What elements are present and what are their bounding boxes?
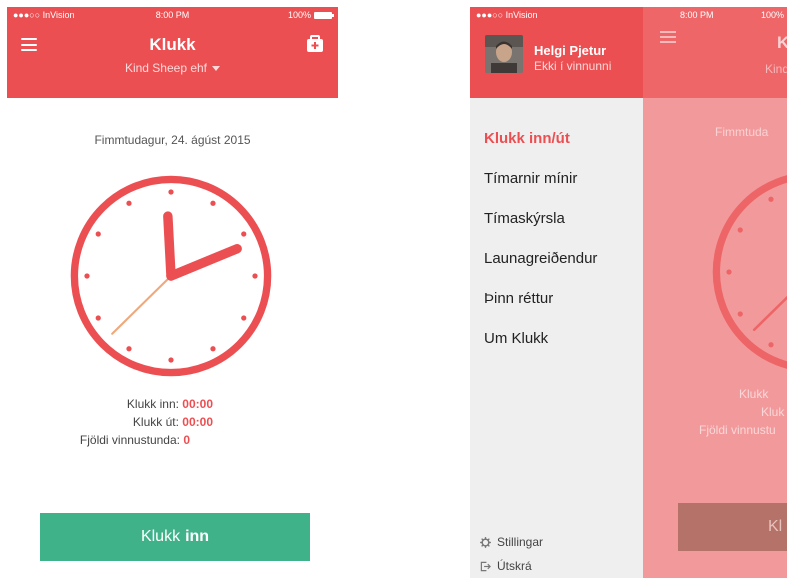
avatar-photo xyxy=(485,35,523,73)
side-drawer: Klukk inn/út Tímarnir mínir Tímaskýrsla … xyxy=(470,98,643,578)
clock-face-peek xyxy=(712,175,787,369)
page-title-peek: K xyxy=(777,33,787,52)
clock-out-value: 00:00 xyxy=(182,415,213,429)
menu-screen: Helgi Pjetur Ekki í vinnunni ●●●○○ InVis… xyxy=(470,7,787,578)
menu-item-employers[interactable]: Launagreiðendur xyxy=(484,250,597,267)
battery-percent: 100% xyxy=(760,10,784,20)
logout-label: Útskrá xyxy=(497,559,532,573)
battery-indicator: 100% xyxy=(287,10,334,20)
menu-item-your-rights[interactable]: Þinn réttur xyxy=(484,290,553,307)
company-selector[interactable]: Kind Sheep ehf xyxy=(7,61,338,75)
clock-in-row: Klukk inn: 00:00 xyxy=(127,397,213,411)
clock-out-row: Klukk út: 00:00 xyxy=(133,415,213,429)
company-name: Kind Sheep ehf xyxy=(124,61,208,75)
sessions-peek: Fjöldi vinnustu xyxy=(699,423,776,437)
sessions-value: 0 xyxy=(183,433,190,447)
settings-label: Stillingar xyxy=(497,535,544,549)
date-peek: Fimmtuda xyxy=(715,125,769,139)
clock-in-button[interactable]: Klukk inn xyxy=(40,513,310,561)
sessions-row: Fjöldi vinnustunda: 0 xyxy=(80,433,190,447)
caret-down-icon xyxy=(212,66,221,72)
clock-in-button-peek: Kl xyxy=(678,503,787,551)
gear-icon xyxy=(480,536,491,548)
menu-item-clock-in-out[interactable]: Klukk inn/út xyxy=(484,130,570,147)
sessions-label: Fjöldi vinnustunda: xyxy=(79,433,180,447)
battery-percent: 100% xyxy=(287,10,311,20)
status-bar: ●●●○○ InVision 8:00 PM 100% xyxy=(470,7,787,23)
logout-link[interactable]: Útskrá xyxy=(480,559,532,573)
hamburger-icon[interactable] xyxy=(660,31,676,43)
avatar[interactable] xyxy=(485,35,523,73)
logout-icon xyxy=(480,561,491,571)
user-status: Ekki í vinnunni xyxy=(534,59,612,73)
battery-indicator: 100% xyxy=(761,10,787,20)
clock-in-peek: Klukk xyxy=(739,387,769,401)
user-name: Helgi Pjetur xyxy=(534,43,607,58)
status-bar: ●●●○○ InVision 8:00 PM 100% xyxy=(7,7,338,23)
app-header-dimmed: Helgi Pjetur Ekki í vinnunni ●●●○○ InVis… xyxy=(470,7,787,98)
main-screen: ●●●○○ InVision 8:00 PM 100% Klukk Kind S… xyxy=(7,7,338,578)
menu-item-timesheet[interactable]: Tímaskýrsla xyxy=(484,210,565,227)
menu-item-about[interactable]: Um Klukk xyxy=(484,330,548,347)
carrier-label: ●●●○○ InVision xyxy=(476,10,538,20)
company-name-peek: Kind xyxy=(765,62,787,76)
menu-item-my-hours[interactable]: Tímarnir mínir xyxy=(484,170,577,187)
settings-link[interactable]: Stillingar xyxy=(480,535,543,549)
current-date: Fimmtudagur, 24. ágúst 2015 xyxy=(94,133,251,147)
clock-in-button-prefix: Klukk xyxy=(140,528,181,545)
clock-in-button-emphasis: inn xyxy=(185,528,210,545)
page-title: Klukk xyxy=(149,35,196,54)
clock-in-value: 00:00 xyxy=(182,397,213,411)
app-header: ●●●○○ InVision 8:00 PM 100% Klukk Kind S… xyxy=(7,7,338,98)
clock-out-label: Klukk út: xyxy=(132,415,179,429)
clock-in-label: Klukk inn: xyxy=(126,397,179,411)
status-time: 8:00 PM xyxy=(680,10,714,20)
battery-icon xyxy=(314,11,334,19)
clock-face xyxy=(70,175,272,377)
clock-out-peek: Kluk xyxy=(761,405,785,419)
first-aid-kit-icon[interactable] xyxy=(306,35,324,53)
